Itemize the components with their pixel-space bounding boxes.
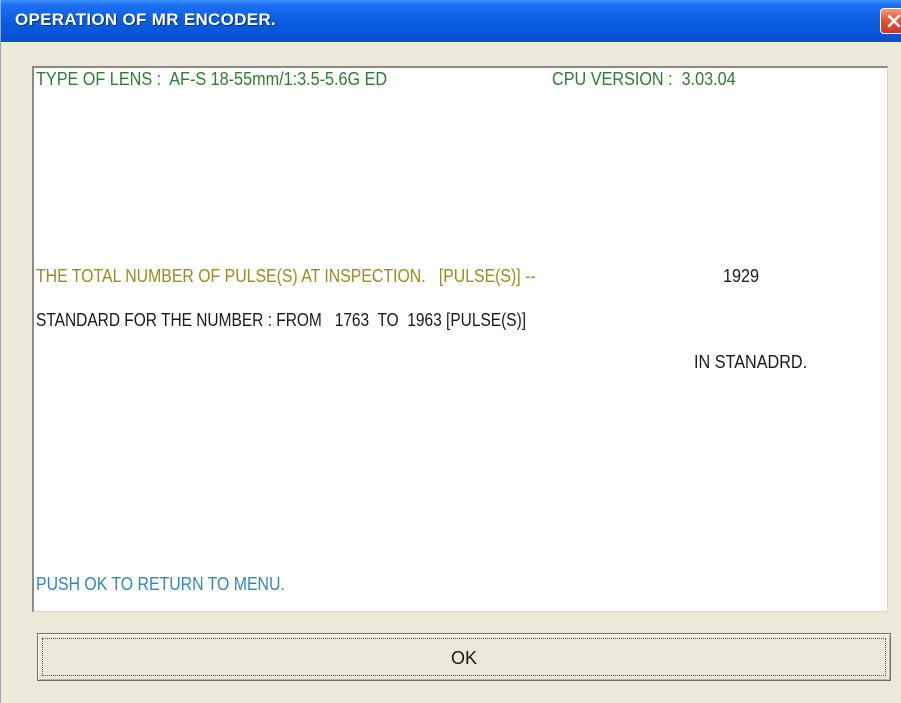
cpu-version-text: CPU VERSION : 3.03.04: [552, 69, 736, 89]
window-title: OPERATION OF MR ENCODER.: [15, 10, 276, 29]
ok-button-label: OK: [450, 648, 477, 668]
return-instruction-text: PUSH OK TO RETURN TO MENU.: [36, 574, 285, 594]
output-panel: TYPE OF LENS : AF-S 18-55mm/1:3.5-5.6G E…: [32, 66, 888, 612]
standard-range-text: STANDARD FOR THE NUMBER : FROM 1763 TO 1…: [36, 310, 527, 330]
dialog-window: OPERATION OF MR ENCODER. TYPE OF LENS : …: [0, 0, 901, 703]
result-status-text: IN STANADRD.: [694, 352, 808, 372]
close-button[interactable]: [880, 8, 901, 34]
lens-type-text: TYPE OF LENS : AF-S 18-55mm/1:3.5-5.6G E…: [36, 69, 388, 89]
pulse-count-value: 1929: [723, 266, 760, 286]
close-icon: [887, 14, 901, 28]
ok-button[interactable]: OK: [37, 633, 891, 681]
pulse-count-label: THE TOTAL NUMBER OF PULSE(S) AT INSPECTI…: [36, 266, 536, 286]
title-bar[interactable]: OPERATION OF MR ENCODER.: [1, 0, 901, 42]
